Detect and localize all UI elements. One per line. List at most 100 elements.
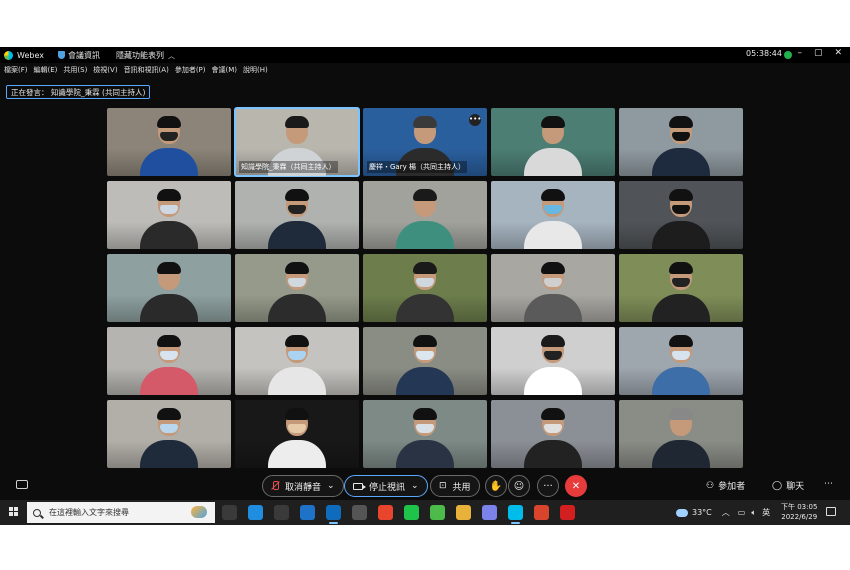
maximize-button[interactable]: ▢ [814, 48, 823, 58]
share-button[interactable]: ⊡ 共用 [430, 475, 480, 497]
taskbar-app-icon[interactable] [378, 505, 393, 520]
face-mask [160, 205, 178, 214]
tile-more-icon[interactable]: ••• [469, 114, 481, 126]
system-tray: 33°C ︿ ▭ 🔈︎ 英 [676, 500, 770, 525]
participant-body [268, 221, 326, 249]
participant-hair [157, 335, 181, 347]
video-tile[interactable] [491, 254, 615, 322]
taskbar-app-icon[interactable] [404, 505, 419, 520]
raise-hand-button[interactable]: ✋ [485, 475, 507, 497]
taskbar-app-icon[interactable] [300, 505, 315, 520]
video-tile[interactable] [107, 254, 231, 322]
reactions-button[interactable]: ☺ [508, 475, 530, 497]
video-tile[interactable] [363, 327, 487, 395]
chat-icon: ◯ [772, 480, 783, 491]
menu-audio-video[interactable]: 音訊和視訊(A) [124, 65, 169, 79]
video-tile[interactable] [619, 108, 743, 176]
taskbar-app-icon[interactable] [560, 505, 575, 520]
chat-button[interactable]: ◯ 聊天 [772, 479, 804, 493]
taskbar-app-icon[interactable] [326, 505, 341, 524]
hide-menu-label: 隱藏功能表列 [115, 50, 164, 60]
video-tile[interactable] [363, 400, 487, 468]
taskbar-app-icon[interactable] [248, 505, 263, 520]
menu-share[interactable]: 共用(S) [63, 65, 87, 79]
video-tile[interactable] [619, 254, 743, 322]
face-mask [288, 424, 306, 433]
chevron-down-icon[interactable]: ⌄ [327, 481, 335, 491]
mic-muted-icon [271, 481, 279, 491]
tray-chevron-icon[interactable]: ︿ [722, 507, 730, 518]
participant-body [268, 440, 326, 468]
face-mask [672, 132, 690, 141]
video-tile[interactable] [619, 327, 743, 395]
chevron-up-icon: ︿ [167, 51, 175, 60]
video-tile[interactable] [491, 108, 615, 176]
video-tile[interactable] [235, 254, 359, 322]
hand-icon: ✋ [489, 480, 503, 492]
video-tile[interactable] [363, 254, 487, 322]
video-tile[interactable] [235, 181, 359, 249]
ime-indicator[interactable]: 英 [762, 507, 770, 518]
menu-meeting[interactable]: 會議(M) [212, 65, 238, 79]
caption-icon[interactable] [16, 480, 28, 489]
weather-icon[interactable] [676, 508, 688, 517]
network-icon[interactable]: ▭ [738, 508, 746, 517]
video-tile[interactable] [491, 327, 615, 395]
taskbar-search-box[interactable]: 在這裡輸入文字來搜尋 [27, 502, 215, 523]
volume-icon[interactable]: 🔈︎ [751, 508, 756, 518]
meeting-info-button[interactable]: 會議資訊 [57, 50, 100, 61]
video-tile[interactable] [619, 400, 743, 468]
video-tile[interactable] [107, 400, 231, 468]
chevron-down-icon[interactable]: ⌄ [411, 481, 419, 491]
taskbar-app-icon[interactable] [456, 505, 471, 520]
video-tile[interactable]: 知識學院_秉霖（共同主持人） [234, 107, 360, 177]
notification-icon[interactable] [826, 507, 836, 516]
menu-view[interactable]: 檢視(V) [93, 65, 117, 79]
video-tile[interactable] [107, 108, 231, 176]
close-button[interactable]: ✕ [834, 48, 842, 58]
participants-label: 參加者 [718, 482, 746, 492]
temperature[interactable]: 33°C [692, 508, 712, 517]
taskbar-app-icon[interactable] [352, 505, 367, 520]
menu-file[interactable]: 檔案(F) [4, 65, 28, 79]
panel-more-button[interactable]: ⋯ [824, 479, 833, 489]
face-mask [160, 132, 178, 141]
taskbar-app-icon[interactable] [482, 505, 497, 520]
menu-help[interactable]: 說明(H) [243, 65, 268, 79]
stop-video-button[interactable]: 停止視訊 ⌄ [344, 475, 428, 497]
taskbar-app-icon[interactable] [222, 505, 237, 520]
unmute-button[interactable]: 取消靜音 ⌄ [262, 475, 344, 497]
video-tile[interactable] [235, 400, 359, 468]
video-tile[interactable] [619, 181, 743, 249]
participant-body [396, 440, 454, 468]
menu-participants[interactable]: 參加者(P) [175, 65, 206, 79]
video-tile[interactable] [491, 181, 615, 249]
taskbar-app-icon[interactable] [274, 505, 289, 520]
participant-hair [541, 262, 565, 274]
participants-button[interactable]: ⚇ 參加者 [706, 479, 746, 493]
video-tile[interactable] [235, 327, 359, 395]
face-mask [672, 351, 690, 360]
face-mask [288, 205, 306, 214]
taskbar-clock[interactable]: 下午 03:05 2022/6/29 [781, 502, 817, 522]
video-tile[interactable]: 慶祥・Gary 楊（共同主持人） ••• [363, 108, 487, 176]
participant-body [652, 294, 710, 322]
windows-start-icon[interactable] [9, 507, 19, 517]
participant-body [524, 221, 582, 249]
hide-menu-button[interactable]: 隱藏功能表列 ︿ [116, 50, 175, 61]
taskbar-app-icon[interactable] [430, 505, 445, 520]
leave-meeting-button[interactable]: ✕ [565, 475, 587, 497]
video-tile[interactable] [363, 181, 487, 249]
video-tile[interactable] [107, 327, 231, 395]
participant-body [140, 440, 198, 468]
more-options-button[interactable]: ··· [537, 475, 559, 497]
taskbar-app-icon[interactable] [534, 505, 549, 520]
video-tile[interactable] [491, 400, 615, 468]
search-highlight-icon [191, 506, 207, 518]
minimize-button[interactable]: – [797, 48, 802, 58]
video-tile[interactable] [107, 181, 231, 249]
taskbar-app-icon[interactable] [508, 505, 523, 524]
participant-body [524, 294, 582, 322]
menu-edit[interactable]: 編輯(E) [34, 65, 58, 79]
participant-body [140, 367, 198, 395]
